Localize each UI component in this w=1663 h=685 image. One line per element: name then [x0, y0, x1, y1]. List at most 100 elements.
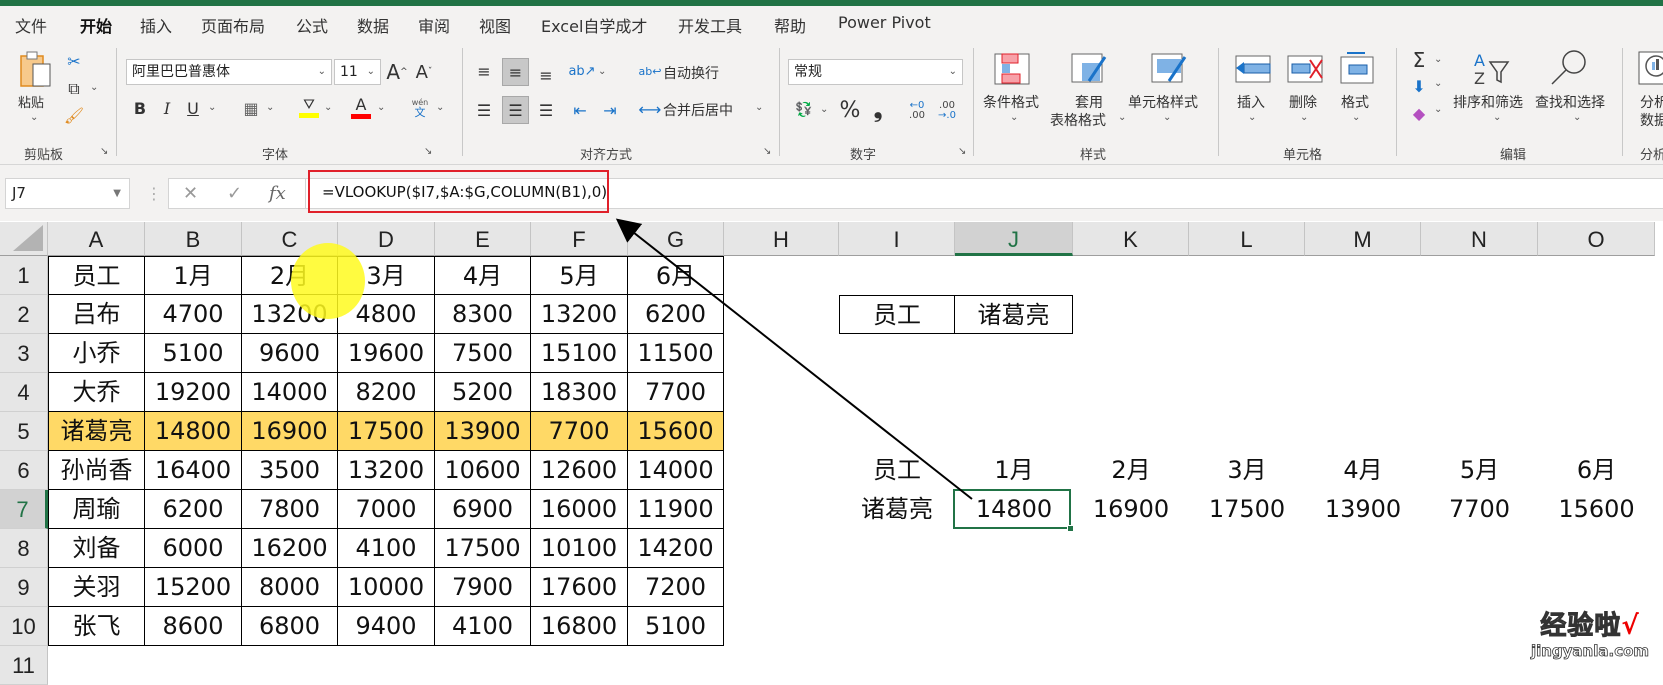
employee-name-cell[interactable]: 小乔	[48, 334, 145, 373]
delete-cells-button[interactable]: 删除	[1289, 92, 1317, 112]
find-select-icon[interactable]	[1548, 50, 1588, 86]
format-cells-icon[interactable]	[1338, 50, 1376, 86]
sales-value-cell[interactable]: 13200	[531, 295, 628, 334]
sales-value-cell[interactable]: 14000	[242, 373, 338, 412]
insert-dropdown-icon[interactable]: ⌄	[1248, 112, 1256, 123]
format-painter-icon[interactable]: 🖌	[62, 104, 86, 126]
paste-icon[interactable]	[18, 50, 54, 90]
row-header-2[interactable]: 2	[0, 295, 48, 334]
sort-filter-button[interactable]: 排序和筛选	[1453, 92, 1523, 112]
sales-value-cell[interactable]: 17600	[531, 568, 628, 607]
currency-format-icon[interactable]: 💱	[792, 98, 816, 122]
result-header-cell[interactable]: 员工	[839, 451, 955, 490]
employee-name-cell[interactable]: 刘备	[48, 529, 145, 568]
result-value-cell[interactable]: 17500	[1189, 490, 1305, 529]
sales-value-cell[interactable]: 18300	[531, 373, 628, 412]
name-box[interactable]: J7 ▼	[5, 178, 130, 209]
sales-value-cell[interactable]: 16800	[531, 607, 628, 646]
select-all-button[interactable]	[0, 222, 48, 256]
copy-icon[interactable]: ⧉	[62, 78, 86, 100]
sales-value-cell[interactable]: 16400	[145, 451, 242, 490]
align-center-icon[interactable]: ☰	[502, 96, 529, 124]
sales-value-cell[interactable]: 12600	[531, 451, 628, 490]
tab-power-pivot[interactable]: Power Pivot	[838, 13, 931, 32]
sales-value-cell[interactable]: 13900	[435, 412, 531, 451]
result-value-cell[interactable]: 15600	[1538, 490, 1655, 529]
employee-name-cell[interactable]: 关羽	[48, 568, 145, 607]
tab-file[interactable]: 文件	[15, 13, 47, 37]
align-top-icon[interactable]: ≡	[472, 58, 496, 84]
sales-value-cell[interactable]: 11500	[628, 334, 724, 373]
sales-value-cell[interactable]: 14200	[628, 529, 724, 568]
table-header-cell[interactable]: 2月	[242, 256, 338, 295]
paste-dropdown-icon[interactable]: ⌄	[30, 112, 38, 123]
result-header-cell[interactable]: 1月	[955, 451, 1073, 490]
insert-function-icon[interactable]: fx	[269, 183, 286, 204]
table-header-cell[interactable]: 4月	[435, 256, 531, 295]
result-header-cell[interactable]: 5月	[1421, 451, 1538, 490]
sales-value-cell[interactable]: 5100	[145, 334, 242, 373]
sales-value-cell[interactable]: 17500	[338, 412, 435, 451]
font-name-select[interactable]: 阿里巴巴普惠体 ⌄	[126, 59, 332, 85]
cut-icon[interactable]: ✂	[62, 50, 86, 72]
tab-help[interactable]: 帮助	[774, 13, 806, 37]
conditional-formatting-icon[interactable]	[993, 52, 1031, 86]
cell-styles-button[interactable]: 单元格样式	[1128, 92, 1198, 112]
sales-value-cell[interactable]: 16000	[531, 490, 628, 529]
align-right-icon[interactable]: ☰	[534, 97, 558, 123]
sales-value-cell[interactable]: 14000	[628, 451, 724, 490]
sales-value-cell[interactable]: 4800	[338, 295, 435, 334]
row-header-5[interactable]: 5	[0, 412, 48, 451]
sales-value-cell[interactable]: 4700	[145, 295, 242, 334]
sales-value-cell[interactable]: 8200	[338, 373, 435, 412]
format-cells-button[interactable]: 格式	[1341, 92, 1369, 112]
sales-value-cell[interactable]: 16200	[242, 529, 338, 568]
sales-value-cell[interactable]: 19600	[338, 334, 435, 373]
analyze-data-icon[interactable]	[1638, 50, 1663, 86]
conditional-formatting-button[interactable]: 条件格式	[983, 92, 1039, 112]
delete-dropdown-icon[interactable]: ⌄	[1300, 112, 1308, 123]
column-header-a[interactable]: A	[48, 222, 145, 256]
underline-button[interactable]: U	[183, 96, 203, 120]
conditional-dropdown-icon[interactable]: ⌄	[1010, 112, 1018, 123]
tab-review[interactable]: 审阅	[418, 13, 450, 37]
result-value-cell[interactable]: 14800	[955, 490, 1073, 529]
sales-value-cell[interactable]: 4100	[435, 607, 531, 646]
tab-home[interactable]: 开始	[80, 13, 113, 45]
phonetic-dropdown-icon[interactable]: ⌄	[436, 102, 444, 113]
borders-dropdown-icon[interactable]: ⌄	[266, 102, 274, 113]
align-bottom-icon[interactable]: ≡	[534, 62, 558, 88]
sales-value-cell[interactable]: 17500	[435, 529, 531, 568]
sales-value-cell[interactable]: 8600	[145, 607, 242, 646]
cancel-icon[interactable]: ✕	[183, 183, 198, 204]
lookup-label-cell[interactable]: 员工	[839, 295, 955, 334]
column-header-m[interactable]: M	[1305, 222, 1421, 256]
column-header-j[interactable]: J	[955, 222, 1073, 256]
result-header-cell[interactable]: 2月	[1073, 451, 1189, 490]
find-select-dropdown-icon[interactable]: ⌄	[1573, 112, 1581, 123]
column-header-e[interactable]: E	[435, 222, 531, 256]
table-header-cell[interactable]: 6月	[628, 256, 724, 295]
result-header-cell[interactable]: 6月	[1538, 451, 1655, 490]
insert-cells-icon[interactable]	[1233, 52, 1273, 86]
font-color-dropdown-icon[interactable]: ⌄	[377, 102, 385, 113]
sales-value-cell[interactable]: 7700	[531, 412, 628, 451]
insert-cells-button[interactable]: 插入	[1237, 92, 1265, 112]
fill-color-icon[interactable]: ⛛	[298, 94, 320, 120]
column-header-o[interactable]: O	[1538, 222, 1655, 256]
tab-developer[interactable]: 开发工具	[678, 13, 742, 37]
delete-cells-icon[interactable]	[1285, 52, 1325, 86]
result-value-cell[interactable]: 7700	[1421, 490, 1538, 529]
wrap-text-icon[interactable]: ab↩	[639, 58, 662, 84]
sales-value-cell[interactable]: 3500	[242, 451, 338, 490]
lookup-value-cell[interactable]: 诸葛亮	[955, 295, 1073, 334]
sales-value-cell[interactable]: 7700	[628, 373, 724, 412]
autosum-dropdown-icon[interactable]: ⌄	[1434, 54, 1442, 65]
row-header-1[interactable]: 1	[0, 256, 48, 295]
sales-value-cell[interactable]: 6200	[628, 295, 724, 334]
comma-style-button[interactable]: ❟	[868, 96, 888, 124]
employee-name-cell[interactable]: 诸葛亮	[48, 412, 145, 451]
tab-insert[interactable]: 插入	[140, 13, 172, 37]
column-header-d[interactable]: D	[338, 222, 435, 256]
merge-center-icon[interactable]: ⟷	[639, 97, 662, 121]
